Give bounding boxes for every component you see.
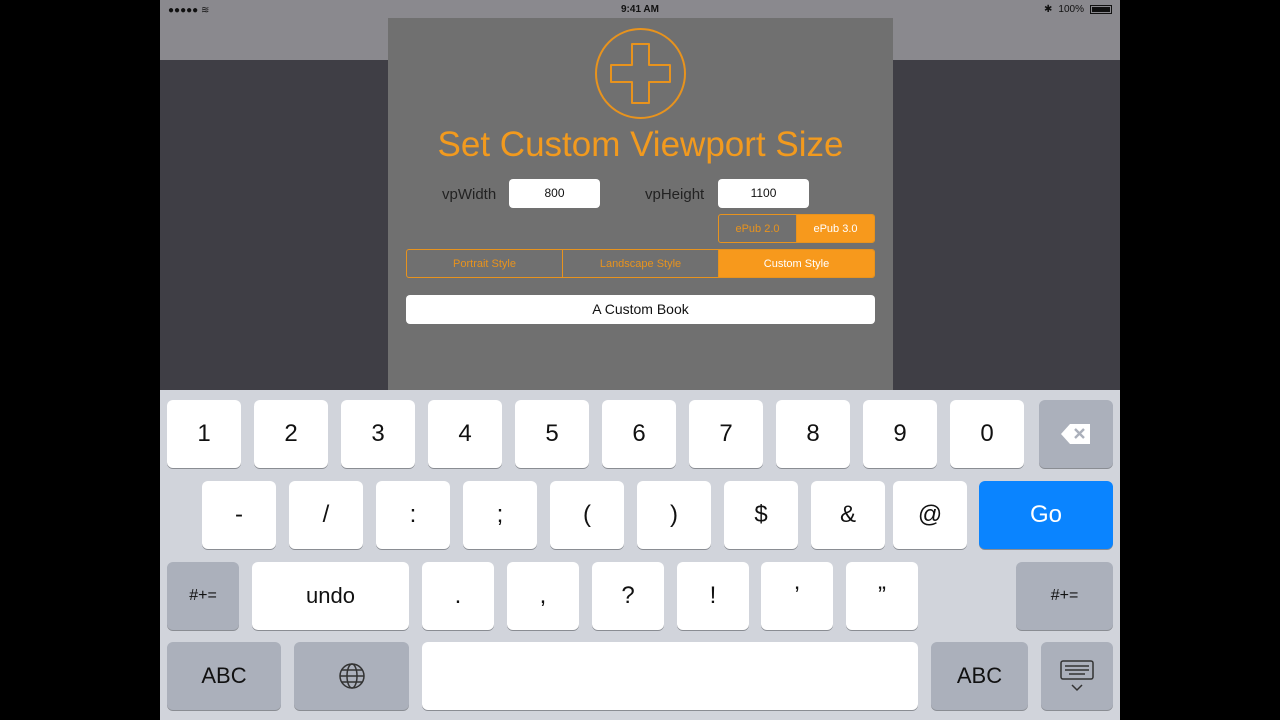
undo-key[interactable]: undo xyxy=(252,562,409,630)
go-button[interactable]: Go xyxy=(979,481,1113,549)
abc-key-left[interactable]: ABC xyxy=(167,642,281,710)
key-2[interactable]: 2 xyxy=(254,400,328,468)
bluetooth-icon: ✱ xyxy=(1044,4,1053,15)
key-6[interactable]: 6 xyxy=(602,400,676,468)
key-semicolon[interactable]: ; xyxy=(463,481,537,549)
keyboard: 1 2 3 4 5 6 7 8 9 0 - / : ; ( ) $ & @ Go… xyxy=(160,390,1120,720)
width-field[interactable]: 800 xyxy=(509,179,600,208)
globe-icon xyxy=(338,663,365,689)
keyboard-dismiss-icon xyxy=(1060,660,1094,692)
status-bar: ●●●●● ≋ 9:41 AM ✱ 100% xyxy=(160,0,1120,20)
width-label: vpWidth xyxy=(442,186,497,203)
key-3[interactable]: 3 xyxy=(341,400,415,468)
key-ampersand[interactable]: & xyxy=(811,481,885,549)
key-1[interactable]: 1 xyxy=(167,400,241,468)
style-control: Portrait Style Landscape Style Custom St… xyxy=(406,249,875,278)
key-comma[interactable]: , xyxy=(507,562,579,630)
battery-percent: 100% xyxy=(1058,4,1084,15)
plus-icon xyxy=(595,28,686,119)
key-7[interactable]: 7 xyxy=(689,400,763,468)
space-key[interactable] xyxy=(422,642,918,710)
segment-custom-style[interactable]: Custom Style xyxy=(719,250,874,277)
status-time: 9:41 AM xyxy=(621,4,659,15)
dismiss-keyboard-key[interactable] xyxy=(1041,642,1113,710)
segment-landscape-style[interactable]: Landscape Style xyxy=(563,250,719,277)
key-dollar[interactable]: $ xyxy=(724,481,798,549)
key-apostrophe[interactable]: ’ xyxy=(761,562,833,630)
height-field[interactable]: 1100 xyxy=(718,179,809,208)
battery-icon xyxy=(1090,5,1112,14)
viewport-dialog: Set Custom Viewport Size vpWidth 800 vpH… xyxy=(388,18,893,390)
key-dash[interactable]: - xyxy=(202,481,276,549)
height-label: vpHeight xyxy=(645,186,705,203)
key-exclamation[interactable]: ! xyxy=(677,562,749,630)
key-close-paren[interactable]: ) xyxy=(637,481,711,549)
key-slash[interactable]: / xyxy=(289,481,363,549)
delete-key[interactable] xyxy=(1039,400,1113,468)
dialog-title: Set Custom Viewport Size xyxy=(437,125,844,164)
segment-epub-2[interactable]: ePub 2.0 xyxy=(719,215,797,242)
segment-epub-3[interactable]: ePub 3.0 xyxy=(797,215,874,242)
key-colon[interactable]: : xyxy=(376,481,450,549)
key-4[interactable]: 4 xyxy=(428,400,502,468)
key-8[interactable]: 8 xyxy=(776,400,850,468)
epub-version-control: ePub 2.0 ePub 3.0 xyxy=(718,214,875,243)
more-symbols-key-left[interactable]: #+= xyxy=(167,562,239,630)
backspace-icon xyxy=(1061,424,1090,444)
key-question[interactable]: ? xyxy=(592,562,664,630)
key-period[interactable]: . xyxy=(422,562,494,630)
key-open-paren[interactable]: ( xyxy=(550,481,624,549)
segment-portrait-style[interactable]: Portrait Style xyxy=(407,250,563,277)
key-at[interactable]: @ xyxy=(893,481,967,549)
key-quote[interactable]: ” xyxy=(846,562,918,630)
ipad-screen: ●●●●● ≋ 9:41 AM ✱ 100% Set Custom Viewpo… xyxy=(160,0,1120,720)
key-9[interactable]: 9 xyxy=(863,400,937,468)
key-5[interactable]: 5 xyxy=(515,400,589,468)
abc-key-right[interactable]: ABC xyxy=(931,642,1028,710)
more-symbols-key-right[interactable]: #+= xyxy=(1016,562,1113,630)
globe-key[interactable] xyxy=(294,642,409,710)
key-0[interactable]: 0 xyxy=(950,400,1024,468)
book-name-field[interactable]: A Custom Book xyxy=(406,295,875,324)
